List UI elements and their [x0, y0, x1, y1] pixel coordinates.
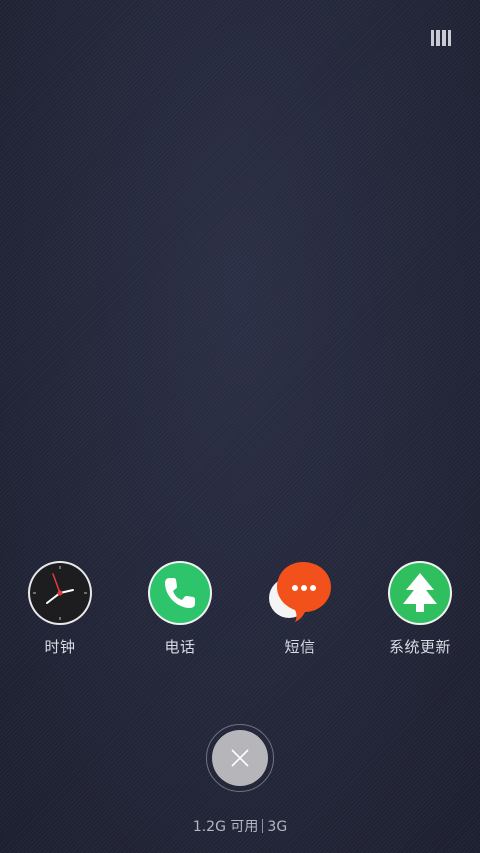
- app-label: 电话: [164, 638, 196, 656]
- phone-icon: [147, 560, 213, 626]
- divider: [262, 819, 264, 833]
- recent-app-phone[interactable]: 电话: [120, 560, 240, 660]
- clock-icon: [27, 560, 93, 626]
- clear-button-face: [212, 730, 268, 786]
- recent-app-system-update[interactable]: 系统更新: [360, 560, 480, 660]
- recent-apps-row: 时钟 电话 短信 系统更新: [0, 560, 480, 660]
- recent-app-clock[interactable]: 时钟: [0, 560, 120, 660]
- clear-all-button[interactable]: [206, 724, 274, 792]
- memory-available: 1.2G 可用: [192, 819, 259, 835]
- grid-view-icon: [431, 30, 451, 46]
- memory-status: 1.2G 可用 3G: [0, 816, 480, 836]
- view-toggle-button[interactable]: [429, 28, 453, 48]
- update-arrow-icon: [387, 560, 453, 626]
- app-label: 时钟: [44, 638, 76, 656]
- memory-total: 3G: [267, 819, 288, 835]
- app-label: 系统更新: [388, 638, 451, 656]
- close-icon: [231, 749, 249, 767]
- app-label: 短信: [284, 638, 316, 656]
- message-icon: [267, 560, 333, 626]
- recent-app-messages[interactable]: 短信: [240, 560, 360, 660]
